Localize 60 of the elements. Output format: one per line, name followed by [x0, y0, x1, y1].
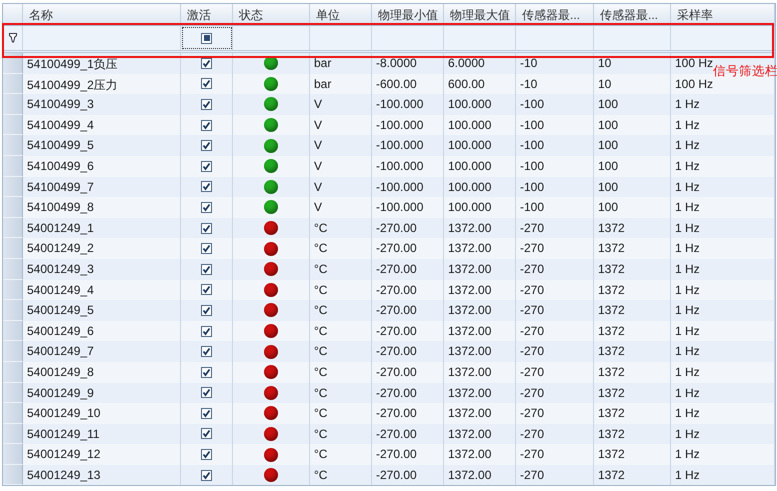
checkbox[interactable] [201, 284, 212, 296]
checkbox[interactable] [201, 58, 212, 69]
row-header[interactable] [3, 280, 23, 300]
row-header[interactable] [3, 197, 23, 218]
checkbox[interactable] [201, 304, 212, 316]
checkbox[interactable] [201, 181, 212, 192]
checkbox[interactable] [201, 243, 212, 254]
checkbox[interactable] [201, 140, 212, 152]
table-cell: 1372 [594, 464, 671, 486]
row-header[interactable] [3, 53, 23, 74]
checkbox[interactable] [201, 366, 212, 378]
row-header[interactable] [3, 258, 23, 280]
column-header[interactable]: 状态 [233, 4, 310, 25]
row-header[interactable] [3, 156, 23, 177]
column-header[interactable]: 物理最大值 [444, 4, 516, 25]
row-header[interactable] [3, 444, 23, 465]
row-header[interactable] [3, 341, 23, 362]
checkbox[interactable] [201, 326, 212, 337]
table-cell: °C [310, 464, 372, 486]
row-header[interactable] [3, 114, 23, 136]
checkbox[interactable] [201, 387, 212, 398]
checkbox[interactable] [201, 428, 212, 440]
table-cell: -270 [516, 464, 594, 486]
checkbox[interactable] [201, 160, 212, 172]
row-header[interactable] [3, 382, 23, 404]
row-header[interactable] [3, 238, 23, 259]
checkbox[interactable] [201, 98, 212, 110]
table-cell: 1 Hz [671, 464, 775, 486]
checkbox[interactable] [201, 470, 212, 481]
column-header[interactable]: 名称 [23, 4, 181, 25]
column-header[interactable]: 传感器最... [594, 4, 671, 25]
row-header[interactable] [3, 320, 23, 342]
column-header[interactable]: 采样率 [671, 4, 775, 25]
column-header[interactable]: 激活 [181, 4, 233, 25]
row-header[interactable] [3, 300, 23, 321]
table-cell: -270.00 [372, 464, 444, 486]
filter-checkbox[interactable] [181, 26, 233, 50]
row-header[interactable] [3, 424, 23, 444]
table-cell: 54001249_13 [23, 464, 181, 486]
checkbox[interactable] [201, 408, 212, 419]
row-header[interactable] [3, 176, 23, 198]
checkbox[interactable] [201, 346, 212, 358]
checkbox[interactable] [201, 120, 212, 131]
row-header[interactable] [3, 464, 23, 486]
row-header[interactable] [3, 218, 23, 238]
row-header[interactable] [3, 94, 23, 115]
checkbox[interactable] [201, 78, 212, 90]
checkbox[interactable] [201, 264, 212, 275]
row-header[interactable] [3, 403, 23, 424]
checkbox[interactable] [201, 222, 212, 234]
column-header[interactable]: 物理最小值 [372, 4, 444, 25]
checkbox[interactable] [201, 202, 212, 213]
table-cell: 1372.00 [444, 464, 516, 486]
checkbox[interactable] [201, 449, 212, 460]
column-header[interactable]: 传感器最... [516, 4, 594, 25]
column-header[interactable]: 单位 [310, 4, 372, 25]
row-header[interactable] [3, 74, 23, 94]
row-header[interactable] [3, 135, 23, 156]
filter-icon[interactable] [8, 33, 16, 43]
row-header[interactable] [3, 362, 23, 382]
